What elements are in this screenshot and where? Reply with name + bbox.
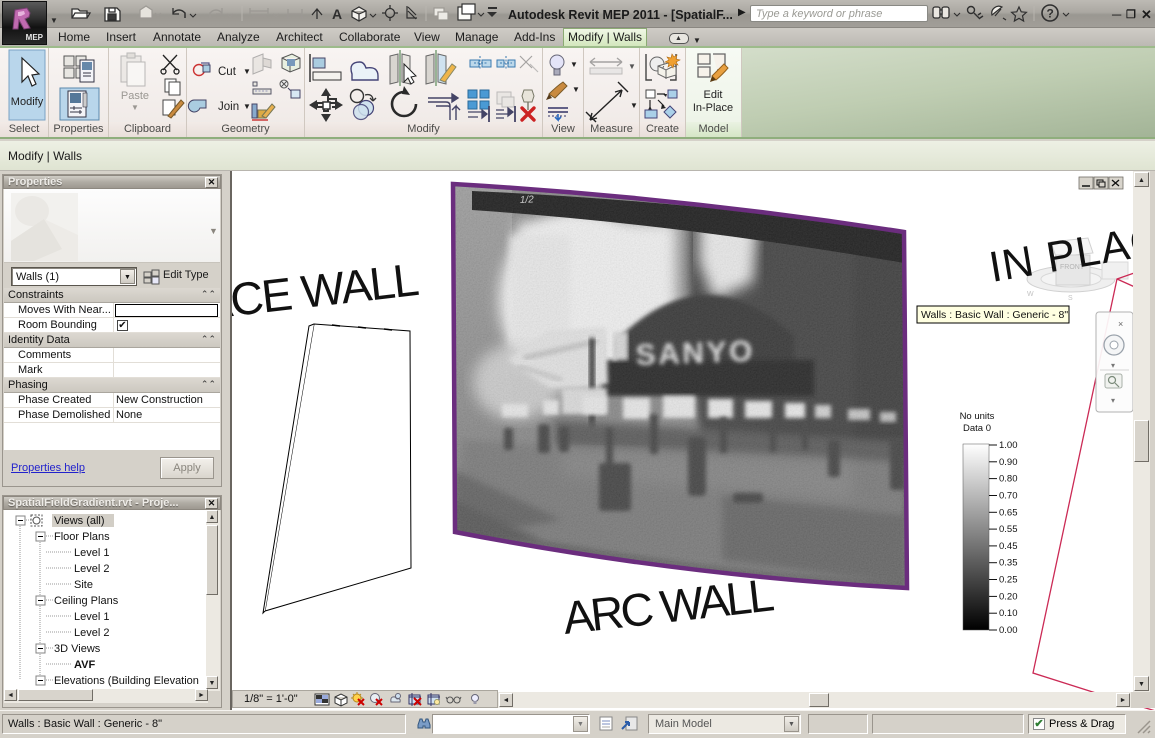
svg-text:Edit: Edit	[704, 89, 723, 101]
svg-text:▾: ▾	[1111, 361, 1115, 370]
svg-text:Level 1: Level 1	[74, 611, 109, 623]
svg-text:0.55: 0.55	[999, 524, 1018, 535]
svg-text:▼: ▼	[209, 226, 218, 236]
svg-text:?: ?	[1047, 7, 1054, 21]
svg-text:S: S	[1068, 295, 1073, 302]
svg-text:Cut: Cut	[218, 66, 237, 78]
svg-text:A: A	[332, 6, 342, 22]
svg-text:Join: Join	[218, 101, 239, 113]
svg-text:Ceiling Plans: Ceiling Plans	[54, 595, 119, 607]
svg-text:Data 0: Data 0	[963, 423, 991, 434]
svg-text:0.35: 0.35	[999, 558, 1018, 569]
svg-text:▼: ▼	[243, 67, 251, 76]
svg-text:Level 1: Level 1	[74, 547, 109, 559]
svg-text:▼: ▼	[628, 62, 636, 71]
svg-text:×: ×	[1118, 319, 1123, 329]
svg-text:AVF: AVF	[74, 659, 95, 671]
svg-text:▼: ▼	[572, 85, 580, 94]
svg-text:Modify: Modify	[11, 96, 44, 108]
svg-text:W: W	[1027, 291, 1034, 298]
svg-text:Floor Plans: Floor Plans	[54, 531, 110, 543]
svg-text:0.90: 0.90	[999, 457, 1018, 468]
svg-text:Site: Site	[74, 579, 93, 591]
svg-text:In-Place: In-Place	[693, 102, 733, 114]
svg-text:▾: ▾	[1111, 396, 1115, 405]
svg-text:▼: ▼	[630, 101, 638, 110]
svg-text:Paste: Paste	[121, 90, 149, 102]
svg-text:0.20: 0.20	[999, 591, 1018, 602]
svg-text:0.65: 0.65	[999, 507, 1018, 518]
svg-text:FACE WALL: FACE WALL	[232, 253, 422, 332]
svg-text:Walls : Basic Wall : Generic -: Walls : Basic Wall : Generic - 8"	[921, 309, 1068, 321]
svg-text:3D Views: 3D Views	[54, 643, 101, 655]
svg-text:No units: No units	[960, 411, 995, 422]
svg-text:Elevations (Building Elevation: Elevations (Building Elevation	[54, 675, 199, 687]
svg-text:▼: ▼	[570, 60, 578, 69]
svg-text:0.45: 0.45	[999, 541, 1018, 552]
svg-text:▼: ▼	[131, 103, 139, 112]
svg-text:0.10: 0.10	[999, 608, 1018, 619]
svg-text:0.80: 0.80	[999, 474, 1018, 485]
svg-text:Views (all): Views (all)	[54, 515, 105, 527]
svg-text:0.25: 0.25	[999, 575, 1018, 586]
svg-text:0.00: 0.00	[999, 625, 1018, 636]
svg-text:Level 2: Level 2	[74, 563, 109, 575]
svg-text:0.70: 0.70	[999, 491, 1018, 502]
svg-text:Level 2: Level 2	[74, 627, 109, 639]
svg-text:1.00: 1.00	[999, 440, 1018, 451]
svg-text:▼: ▼	[243, 102, 251, 111]
svg-text:ARC WALL: ARC WALL	[560, 568, 777, 644]
